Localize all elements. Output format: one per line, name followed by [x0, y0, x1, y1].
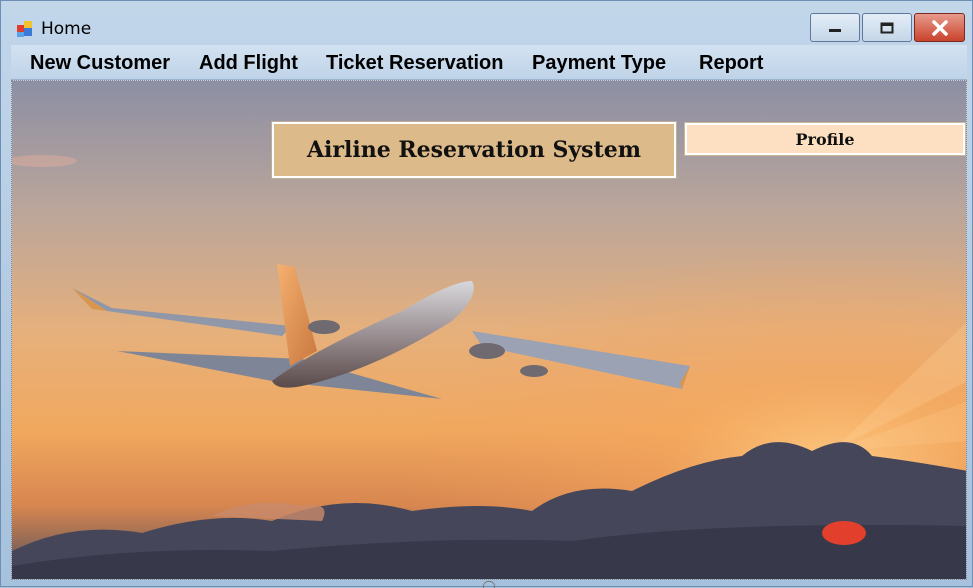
minimize-button[interactable] — [810, 13, 860, 42]
title-bar[interactable]: Home — [1, 1, 972, 45]
menu-new-customer[interactable]: New Customer — [30, 52, 170, 75]
menu-ticket-reservation[interactable]: Ticket Reservation — [326, 52, 504, 75]
menu-bar: New Customer Add Flight Ticket Reservati… — [11, 45, 967, 80]
maximize-button[interactable] — [862, 13, 912, 42]
close-button[interactable] — [914, 13, 965, 42]
app-icon — [17, 21, 32, 37]
profile-button[interactable]: Profile — [684, 122, 966, 156]
menu-payment-type[interactable]: Payment Type — [532, 52, 666, 75]
page-title-box: Airline Reservation System — [271, 121, 677, 179]
profile-button-label: Profile — [795, 129, 855, 149]
page-title: Airline Reservation System — [306, 137, 642, 163]
app-window: Home New Customer Add Flight Ticket Rese… — [0, 0, 973, 588]
close-icon — [931, 19, 948, 36]
main-content: Airline Reservation System Profile — [11, 80, 967, 580]
maximize-icon — [880, 22, 894, 33]
minimize-icon — [829, 28, 841, 32]
menu-report[interactable]: Report — [699, 52, 763, 75]
window-title: Home — [41, 19, 92, 39]
menu-add-flight[interactable]: Add Flight — [199, 52, 298, 75]
